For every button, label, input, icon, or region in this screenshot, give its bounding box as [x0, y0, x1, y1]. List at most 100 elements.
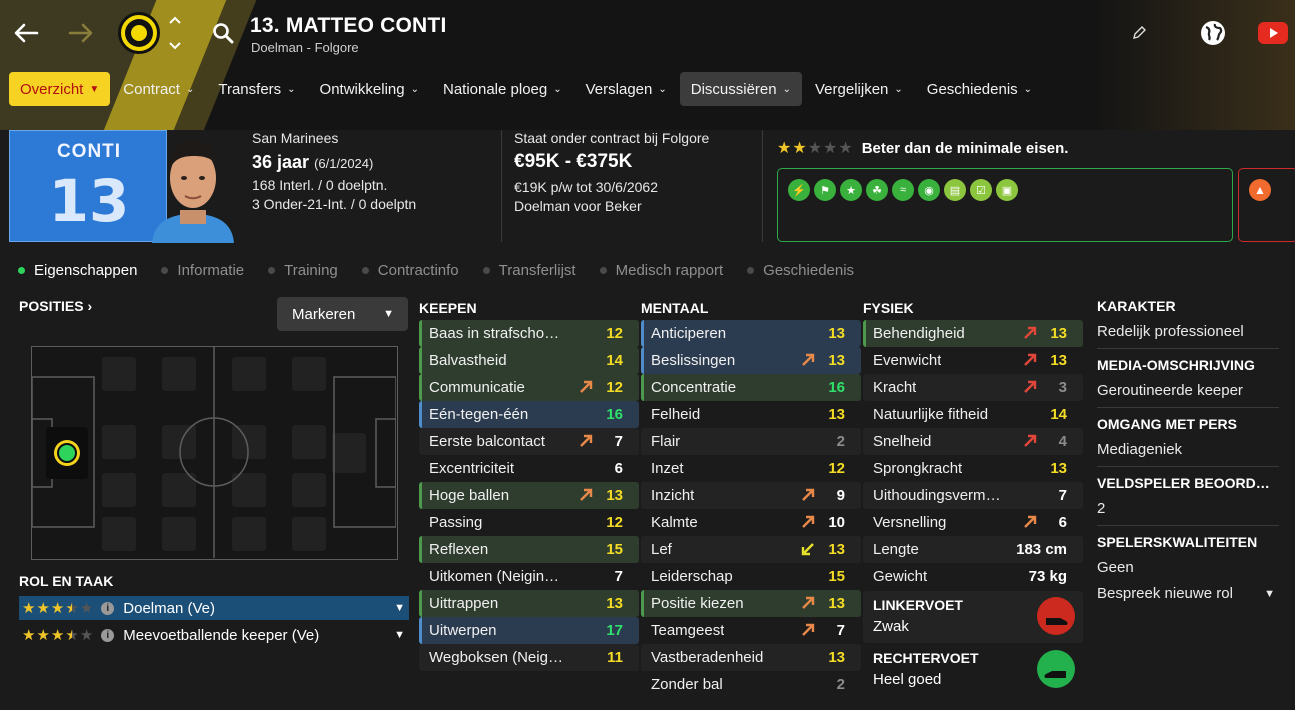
- attribute-value: 17: [606, 622, 623, 639]
- attribute-row[interactable]: Passing 12: [419, 509, 639, 536]
- attribute-row[interactable]: Natuurlijke fitheid 14: [863, 401, 1083, 428]
- edit-pencil-icon[interactable]: [1131, 25, 1147, 41]
- attribute-row[interactable]: Inzicht 9: [641, 482, 861, 509]
- info-icon[interactable]: i: [101, 628, 115, 642]
- markeren-dropdown[interactable]: Markeren ▼: [277, 297, 408, 331]
- tab-ontwikkeling[interactable]: Ontwikkeling ⌄: [309, 72, 430, 106]
- attribute-row[interactable]: Vastberadenheid 13: [641, 644, 861, 671]
- attribute-row[interactable]: Positie kiezen 13: [641, 590, 861, 617]
- wave-icon[interactable]: ≈: [892, 179, 914, 201]
- chevron-up-icon[interactable]: [169, 16, 181, 24]
- attribute-row[interactable]: Sprongkracht 13: [863, 455, 1083, 482]
- position-pitch: [31, 346, 398, 560]
- star-icon[interactable]: ★: [840, 179, 862, 201]
- tab-transfers[interactable]: Transfers ⌄: [207, 72, 306, 106]
- subtab-geschiedenis[interactable]: Geschiedenis: [747, 262, 854, 279]
- tab-contract[interactable]: Contract ⌄: [112, 72, 205, 106]
- subtab-contractinfo[interactable]: Contractinfo: [361, 262, 459, 279]
- attribute-value: 13: [606, 595, 623, 612]
- player-jersey: CONTI 13: [9, 130, 167, 242]
- attribute-value: 15: [606, 541, 623, 558]
- attribute-name: Communicatie: [429, 379, 525, 396]
- trend-up-icon: [579, 380, 593, 398]
- attribute-row[interactable]: Balvastheid 14: [419, 347, 639, 374]
- role-row-doelman[interactable]: ★ ★ ★ ★ ★ i Doelman (Ve) ▼: [19, 596, 409, 620]
- brain-icon[interactable]: ◉: [918, 179, 940, 201]
- tab-overzicht[interactable]: Overzicht ▼: [9, 72, 111, 106]
- role-row-meevoetballende-keeper[interactable]: ★ ★ ★ ★ ★ i Meevoetballende keeper (Ve) ▼: [19, 623, 409, 647]
- player-switch-arrows[interactable]: [167, 16, 183, 50]
- attribute-row[interactable]: Hoge ballen 13: [419, 482, 639, 509]
- clipboard-icon[interactable]: ▤: [944, 179, 966, 201]
- subtab-informatie[interactable]: Informatie: [161, 262, 244, 279]
- bespreek-nieuwe-rol-button[interactable]: Bespreek nieuwe rol ▼: [1097, 585, 1279, 602]
- tab-vergelijken[interactable]: Vergelijken ⌄: [804, 72, 914, 106]
- tab-discussieren[interactable]: Discussiëren ⌄: [679, 72, 802, 106]
- attribute-row[interactable]: Anticiperen 13: [641, 320, 861, 347]
- subtab-training[interactable]: Training: [268, 262, 338, 279]
- chevron-down-icon[interactable]: [169, 42, 181, 50]
- info-icon[interactable]: i: [101, 601, 115, 615]
- attribute-row[interactable]: Wegboksen (Neigingen) 11: [419, 644, 639, 671]
- attribute-row[interactable]: Inzet 12: [641, 455, 861, 482]
- attribute-row[interactable]: Eén-tegen-één 16: [419, 401, 639, 428]
- forward-arrow-icon[interactable]: [64, 16, 98, 50]
- clipboard-check-icon[interactable]: ☑: [970, 179, 992, 201]
- flask-icon[interactable]: ▲: [1249, 179, 1271, 201]
- attribute-row[interactable]: Uithoudingsvermogen 7: [863, 482, 1083, 509]
- globe-icon[interactable]: [1200, 20, 1226, 46]
- attribute-name: Versnelling: [873, 514, 947, 531]
- back-arrow-icon[interactable]: [9, 16, 43, 50]
- attribute-row[interactable]: Evenwicht 13: [863, 347, 1083, 374]
- attribute-row[interactable]: Lef 13: [641, 536, 861, 563]
- attribute-row[interactable]: Reflexen 15: [419, 536, 639, 563]
- attribute-row[interactable]: Teamgeest 7: [641, 617, 861, 644]
- trend-up-icon: [1023, 515, 1037, 533]
- attribute-row[interactable]: Versnelling 6: [863, 509, 1083, 536]
- search-icon[interactable]: [212, 22, 234, 49]
- attribute-value: 2: [836, 433, 845, 450]
- pitch-icon[interactable]: ▣: [996, 179, 1018, 201]
- attribute-row[interactable]: Gewicht 73 kg: [863, 563, 1083, 590]
- bolt-icon[interactable]: ⚡: [788, 179, 810, 201]
- attribute-row[interactable]: Kracht 3: [863, 374, 1083, 401]
- fysiek-heading: FYSIEK: [863, 300, 914, 316]
- attribute-row[interactable]: Kalmte 10: [641, 509, 861, 536]
- attribute-row[interactable]: Uitwerpen 17: [419, 617, 639, 644]
- attribute-row[interactable]: Flair 2: [641, 428, 861, 455]
- attribute-value: 2: [836, 676, 845, 693]
- attribute-row[interactable]: Leiderschap 15: [641, 563, 861, 590]
- tab-geschiedenis[interactable]: Geschiedenis ⌄: [916, 72, 1043, 106]
- youtube-icon[interactable]: [1258, 22, 1288, 44]
- attribute-row[interactable]: Concentratie 16: [641, 374, 861, 401]
- attribute-row[interactable]: Snelheid 4: [863, 428, 1083, 455]
- trend-up-icon: [801, 515, 815, 533]
- chevron-down-icon[interactable]: ▼: [394, 602, 405, 614]
- attribute-row[interactable]: Behendigheid 13: [863, 320, 1083, 347]
- subtab-medisch-rapport[interactable]: Medisch rapport: [599, 262, 723, 279]
- flag-icon[interactable]: ⚑: [814, 179, 836, 201]
- subtab-transferlijst[interactable]: Transferlijst: [482, 262, 576, 279]
- attribute-row[interactable]: Felheid 13: [641, 401, 861, 428]
- player-bio: San Marinees 36 jaar (6/1/2024) 168 Inte…: [252, 130, 416, 212]
- leaf-icon[interactable]: ☘: [866, 179, 888, 201]
- attribute-row[interactable]: Communicatie 12: [419, 374, 639, 401]
- attribute-row[interactable]: Uitkomen (Neigingen) 7: [419, 563, 639, 590]
- attribute-row[interactable]: Eerste balcontact 7: [419, 428, 639, 455]
- tab-verslagen[interactable]: Verslagen ⌄: [575, 72, 678, 106]
- attribute-row[interactable]: Zonder bal 2: [641, 671, 861, 698]
- attribute-row[interactable]: Excentriciteit 6: [419, 455, 639, 482]
- attribute-name: Teamgeest: [651, 622, 725, 639]
- attribute-row[interactable]: Baas in strafschopgebied 12: [419, 320, 639, 347]
- player-profile-screen: { "header": { "title": "13. MATTEO CONTI…: [0, 0, 1295, 710]
- attribute-row[interactable]: Uittrappen 13: [419, 590, 639, 617]
- attribute-value: 13: [606, 487, 623, 504]
- attribute-row[interactable]: Lengte 183 cm: [863, 536, 1083, 563]
- positions-heading[interactable]: POSITIES ›: [19, 298, 92, 314]
- subtab-eigenschappen[interactable]: Eigenschappen: [18, 262, 137, 279]
- club-badge[interactable]: [118, 12, 160, 54]
- tab-nationale-ploeg[interactable]: Nationale ploeg ⌄: [432, 72, 573, 106]
- transfer-value: €95K - €375K: [514, 151, 633, 172]
- attribute-row[interactable]: Beslissingen 13: [641, 347, 861, 374]
- chevron-down-icon[interactable]: ▼: [394, 629, 405, 641]
